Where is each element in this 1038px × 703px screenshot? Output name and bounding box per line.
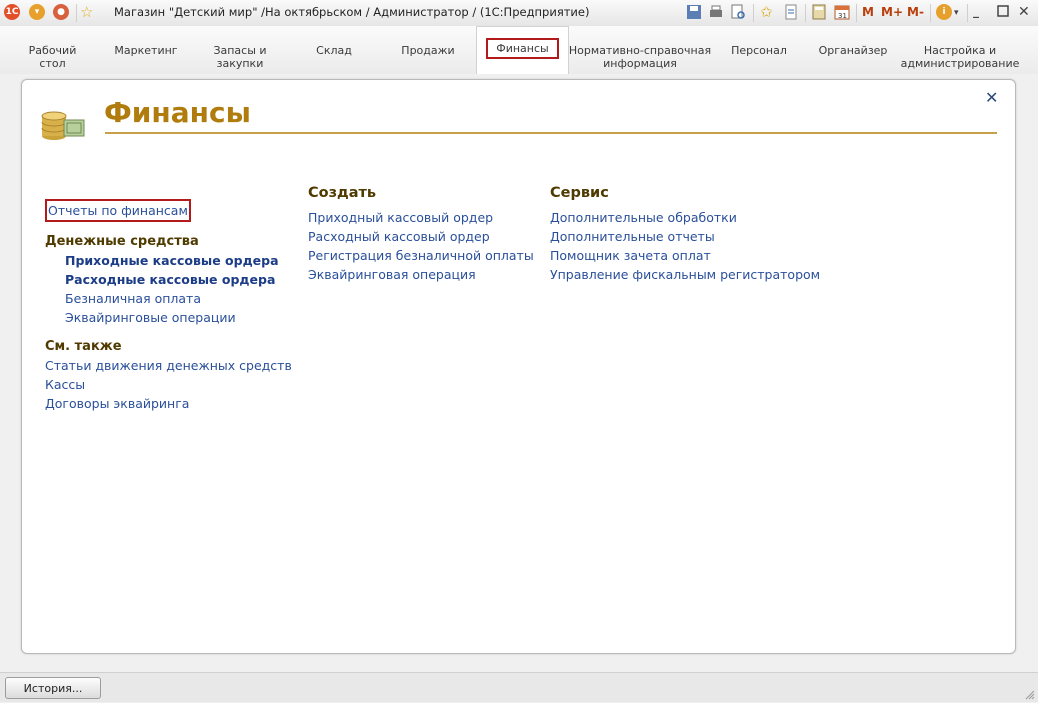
window-title: Магазин "Детский мир" /На октябрьском / … [114,5,590,19]
money-item-cashless[interactable]: Безналичная оплата [65,289,292,308]
section-label: Маркетинг [114,44,178,57]
service-payment-offset-wizard[interactable]: Помощник зачета оплат [550,246,820,265]
create-cashless-registration[interactable]: Регистрация безналичной оплаты [308,246,534,265]
section-label: Финансы [486,38,559,59]
section-label: Запасы и закупки [213,44,267,70]
title-underline [105,132,997,134]
money-item-incoming-orders[interactable]: Приходные кассовые ордера [65,251,292,270]
service-additional-processing[interactable]: Дополнительные обработки [550,208,820,227]
section-rabochiy-stol[interactable]: Рабочий стол [10,26,95,74]
calendar-icon[interactable]: 31 [834,4,851,21]
section-label: Настройка и администрирование [900,44,1020,70]
bookmark-icon[interactable] [783,4,800,21]
sections-panel: Рабочий стол Маркетинг Запасы и закупки … [0,26,1038,74]
calculator-icon[interactable] [811,4,828,21]
resize-grip-icon[interactable] [1025,689,1035,700]
info-dropdown-icon[interactable]: ▾ [954,4,971,21]
section-nastroyka[interactable]: Настройка и администрирование [901,26,1020,74]
section-finansy[interactable]: Финансы [476,26,569,74]
service-column: Сервис Дополнительные обработки Дополнит… [550,185,820,284]
section-prodazhi[interactable]: Продажи [384,26,472,74]
separator [967,4,968,22]
memory-button-m[interactable]: M [862,5,874,19]
add-favorite-icon[interactable]: ✩ [760,4,777,21]
section-label: Нормативно-справочная информация [568,44,712,70]
create-outgoing-order[interactable]: Расходный кассовый ордер [308,227,534,246]
separator [76,4,77,22]
dropdown-menu-icon[interactable]: ▾ [29,4,45,20]
close-window-icon[interactable]: ✕ [1018,4,1035,21]
see-also-title: См. также [45,339,122,354]
favorites-star-icon[interactable]: ☆ [80,4,97,21]
close-icon[interactable]: ✕ [985,88,998,107]
create-column: Создать Приходный кассовый ордер Расходн… [308,185,534,284]
create-title: Создать [308,185,377,201]
section-label: Рабочий стол [28,44,77,70]
coins-icon [40,102,86,142]
section-label: Склад [316,44,352,57]
1c-logo-icon[interactable]: 1С [4,4,20,20]
memory-button-m-plus[interactable]: M+ [881,5,903,19]
print-preview-icon[interactable] [730,4,747,21]
section-nsi[interactable]: Нормативно-справочная информация [568,26,712,74]
close-app-icon[interactable]: ● [53,4,69,20]
status-bar: История... [0,672,1038,702]
section-label: Персонал [731,44,787,57]
separator [856,4,857,22]
create-incoming-order[interactable]: Приходный кассовый ордер [308,208,534,227]
finance-panel: Финансы ✕ Отчеты по финансам Денежные ср… [21,79,1016,654]
section-label: Органайзер [818,44,888,57]
save-icon[interactable] [686,4,703,21]
section-organizer[interactable]: Органайзер [808,26,898,74]
section-personal[interactable]: Персонал [716,26,802,74]
service-title: Сервис [550,185,609,201]
section-marketing[interactable]: Маркетинг [102,26,190,74]
memory-button-m-minus[interactable]: M- [907,5,924,19]
minimize-icon[interactable]: _ [973,4,990,21]
service-fiscal-registrar[interactable]: Управление фискальным регистратором [550,265,820,284]
info-icon[interactable]: i [936,4,952,20]
see-also-acquiring-contracts[interactable]: Договоры эквайринга [45,394,292,413]
separator [930,4,931,22]
see-also-cash-desks[interactable]: Кассы [45,375,292,394]
service-additional-reports[interactable]: Дополнительные отчеты [550,227,820,246]
page-title: Финансы [104,96,251,129]
print-icon[interactable] [708,4,725,21]
money-item-outgoing-orders[interactable]: Расходные кассовые ордера [65,270,292,289]
section-sklad[interactable]: Склад [290,26,378,74]
section-zapasy[interactable]: Запасы и закупки [196,26,284,74]
reports-link[interactable]: Отчеты по финансам [45,199,191,222]
left-column: Отчеты по финансам Денежные средства При… [45,199,292,413]
maximize-icon[interactable] [996,4,1013,21]
see-also-cashflow-items[interactable]: Статьи движения денежных средств [45,356,292,375]
create-acquiring-operation[interactable]: Эквайринговая операция [308,265,534,284]
svg-text:31: 31 [838,12,847,20]
title-bar: 1С ▾ ● ☆ Магазин "Детский мир" /На октяб… [0,0,1038,27]
section-label: Продажи [401,44,455,57]
separator [805,4,806,22]
money-item-acquiring[interactable]: Эквайринговые операции [65,308,292,327]
separator [753,4,754,22]
money-group-title: Денежные средства [45,234,199,249]
history-button[interactable]: История... [5,677,101,699]
